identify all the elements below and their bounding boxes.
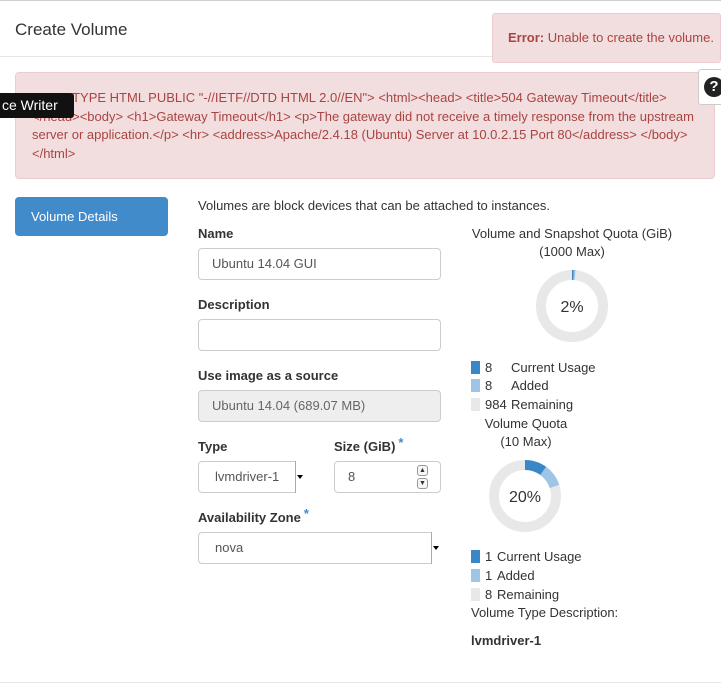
description-label: Description [198,297,270,312]
remaining-swatch [471,588,480,601]
size-input-value: 8 [348,469,356,484]
availability-zone-label-text: Availability Zone [198,510,301,525]
size-label: Size (GiB) * [334,435,403,454]
chevron-down-icon [431,532,440,564]
chevron-down-icon [295,461,304,493]
snapshot-quota-donut: 2% [536,270,608,342]
error-toast-message: Unable to create the volume. [547,30,714,45]
legend-value: 1 [485,568,493,583]
snapshot-quota-max: (1000 Max) [539,244,605,259]
size-input[interactable]: 8 ▲ ▼ [334,461,441,493]
footer-divider [0,682,721,683]
source-select: Ubuntu 14.04 (689.07 MB) [198,390,441,422]
legend-value: 8 [485,378,493,393]
modal-title: Create Volume [15,20,128,39]
availability-zone-select[interactable]: nova [198,532,440,564]
decrement-icon[interactable]: ▼ [417,478,428,489]
size-label-text: Size (GiB) [334,439,396,454]
type-label: Type [198,439,228,454]
size-stepper[interactable]: ▲ ▼ [417,465,428,489]
tab-volume-details[interactable]: Volume Details [15,197,168,236]
current-usage-swatch [471,550,480,563]
legend-label: Added [497,568,535,583]
added-swatch [471,379,480,392]
legend-label: Remaining [497,587,560,602]
legend-value: 1 [485,549,493,564]
tooltip: ce Writer [0,93,74,118]
question-circle-icon: ? [704,77,721,97]
current-usage-arc [524,460,547,476]
legend-value: 984 [485,397,507,412]
added-swatch [471,569,480,582]
remaining-swatch [471,398,480,411]
current-usage-swatch [471,361,480,374]
error-toast[interactable]: Error: Unable to create the volume. [492,13,721,63]
volume-quota-percent: 20% [509,489,541,506]
modal-top-border [0,0,721,1]
source-label: Use image as a source [198,368,339,383]
type-select-value: lvmdriver-1 [215,469,280,484]
legend-label: Added [511,378,549,393]
help-button[interactable]: ? [698,69,721,105]
legend-label: Remaining [511,397,574,412]
description-input[interactable] [198,319,441,351]
availability-zone-value: nova [215,540,244,555]
added-arc [540,466,560,489]
increment-icon[interactable]: ▲ [417,465,428,476]
required-marker: * [398,435,404,450]
legend-value: 8 [485,587,493,602]
availability-zone-label: Availability Zone * [198,506,309,525]
volume-type-description-value: lvmdriver-1 [471,633,542,648]
volume-type-description-label: Volume Type Description: [471,605,619,620]
error-toast-prefix: Error: [508,30,545,45]
volume-quota-max: (10 Max) [500,434,552,449]
volume-quota-title: Volume Quota [484,416,568,431]
name-label: Name [198,226,234,241]
legend-value: 8 [485,360,493,375]
snapshot-quota-percent: 2% [560,299,583,316]
name-input[interactable]: Ubuntu 14.04 GUI [198,248,441,280]
legend-label: Current Usage [497,549,582,564]
type-select[interactable]: lvmdriver-1 [198,461,304,493]
form-intro: Volumes are block devices that can be at… [198,198,550,213]
volume-quota-donut: 20% [489,460,561,532]
html-error-alert: <!DOCTYPE HTML PUBLIC "-//IETF//DTD HTML… [15,72,715,179]
snapshot-quota-title: Volume and Snapshot Quota (GiB) [471,226,673,241]
required-marker: * [303,506,309,521]
legend-label: Current Usage [511,360,596,375]
